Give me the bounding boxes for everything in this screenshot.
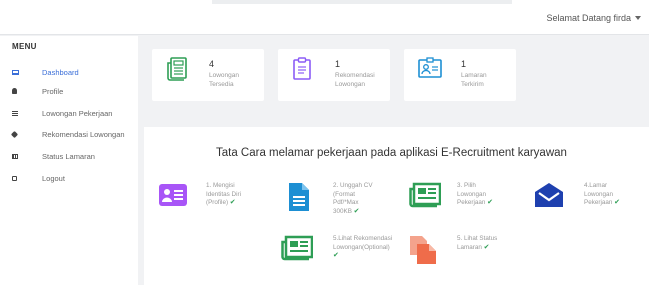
address-card-icon xyxy=(159,184,187,206)
tag-icon xyxy=(10,130,19,138)
laptop-icon xyxy=(12,69,19,75)
top-navbar: Selamat Datang firda xyxy=(0,0,649,35)
stat-card-rekomendasi[interactable]: 1 Rekomendasi Lowongan xyxy=(278,49,390,101)
greeting-text: Selamat Datang firda xyxy=(546,13,631,23)
check-icon: ✔ xyxy=(614,199,620,206)
user-menu[interactable]: Selamat Datang firda xyxy=(546,13,641,23)
sidebar-item-logout[interactable]: Logout xyxy=(12,171,134,185)
sidebar-item-label: Logout xyxy=(42,173,65,183)
menu-title: MENU xyxy=(12,42,37,51)
list-icon xyxy=(12,110,18,116)
stat-card-lamaran[interactable]: 1 Lamaran Terkirim xyxy=(404,49,516,101)
user-icon xyxy=(12,88,17,94)
sidebar-item-rekomendasi-lowongan[interactable]: Rekomendasi Lowongan xyxy=(10,127,134,141)
stat-label: Rekomendasi Lowongan xyxy=(335,72,375,88)
step-text: 3. Pilih Lowongan Pekerjaan xyxy=(457,182,487,206)
clipboard-icon xyxy=(293,57,311,80)
sidebar-item-label: Dashboard xyxy=(42,67,79,77)
stat-card-lowongan[interactable]: 4 Lowongan Tersedia xyxy=(152,49,264,101)
table-icon xyxy=(12,153,18,159)
sidebar-item-dashboard[interactable]: Dashboard xyxy=(0,61,138,83)
check-icon: ✔ xyxy=(229,199,236,206)
sidebar-item-label: Rekomendasi Lowongan xyxy=(42,129,125,139)
sidebar-item-status-lamaran[interactable]: Status Lamaran xyxy=(12,149,134,163)
dashboard-page: Selamat Datang firda MENU Dashboard Prof… xyxy=(0,0,649,285)
check-icon: ✔ xyxy=(333,252,339,259)
sidebar-item-profile[interactable]: Profile xyxy=(12,84,134,98)
check-icon: ✔ xyxy=(487,199,493,206)
newspaper-icon xyxy=(409,182,441,208)
guide-panel: Tata Cara melamar pekerjaan pada aplikas… xyxy=(144,127,649,285)
stat-number: 1 xyxy=(335,59,341,69)
envelope-icon xyxy=(535,183,563,207)
stat-number: 1 xyxy=(461,59,467,69)
stat-label: Lowongan Tersedia xyxy=(209,72,239,88)
sidebar-item-label: Profile xyxy=(42,86,64,96)
sidebar-item-lowongan-pekerjaan[interactable]: Lowongan Pekerjaan xyxy=(12,106,134,120)
caret-down-icon xyxy=(635,16,641,20)
stat-label: Lamaran Terkirim xyxy=(461,72,487,88)
check-icon: ✔ xyxy=(353,207,360,215)
step-text: 5.Lihat Rekomendasi Lowongan(Optional) xyxy=(333,235,393,251)
stat-number: 4 xyxy=(209,59,215,69)
newspaper-icon xyxy=(167,57,187,81)
copy-icon xyxy=(410,236,436,264)
step-text: 4.Lamar Lowongan Pekerjaan xyxy=(584,182,614,206)
logout-icon xyxy=(12,175,17,181)
newspaper-icon xyxy=(281,235,313,261)
id-card-icon xyxy=(418,57,442,78)
step-text: 5. Lihat Status Lamaran xyxy=(457,235,498,251)
guide-title: Tata Cara melamar pekerjaan pada aplikas… xyxy=(216,147,567,159)
check-icon: ✔ xyxy=(483,243,490,251)
top-faded-strip xyxy=(212,0,512,4)
file-icon xyxy=(289,183,309,211)
sidebar: MENU Dashboard Profile Lowongan Pekerjaa… xyxy=(0,36,138,285)
sidebar-item-label: Lowongan Pekerjaan xyxy=(42,108,113,118)
sidebar-item-label: Status Lamaran xyxy=(42,151,95,161)
